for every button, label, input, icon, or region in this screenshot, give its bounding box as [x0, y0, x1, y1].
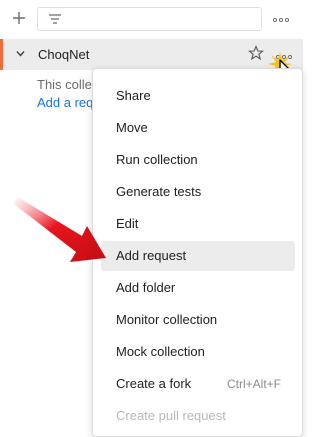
menu-item-label: Mock collection [116, 344, 205, 359]
menu-item-label: Run collection [116, 152, 198, 167]
chevron-down-icon[interactable] [15, 48, 26, 59]
menu-item-label: Monitor collection [116, 312, 218, 327]
shortcut-label: Ctrl+Alt+F [226, 377, 281, 391]
menu-item-label: Add folder [116, 280, 176, 295]
menu-item-label: Share [116, 88, 151, 103]
menu-item-label: Move [116, 120, 148, 135]
menu-item-label: Edit [116, 216, 139, 231]
menu-item-edit[interactable]: Edit [101, 209, 295, 239]
menu-item-label: Create a fork [116, 376, 192, 391]
add-request-link[interactable]: Add a requ [37, 95, 95, 110]
plus-icon [13, 12, 25, 24]
collection-name: ChoqNet [38, 47, 90, 62]
menu-item-add-request[interactable]: Add request [101, 241, 295, 271]
menu-item-label: Generate tests [116, 184, 202, 199]
menu-item-create-fork[interactable]: Create a fork Ctrl+Alt+F [101, 369, 295, 399]
menu-item-add-folder[interactable]: Add folder [101, 273, 295, 303]
menu-item-run-collection[interactable]: Run collection [101, 145, 295, 175]
menu-item-share[interactable]: Share [101, 81, 295, 111]
toolbar-more-button[interactable] [268, 9, 294, 27]
empty-collection-text: This colle [37, 77, 92, 92]
menu-item-create-pull-request: Create pull request [101, 401, 295, 431]
collection-row[interactable]: ChoqNet [0, 39, 303, 70]
annotation-arrow-icon [14, 196, 106, 262]
sidebar-toolbar [0, 0, 303, 38]
menu-item-move[interactable]: Move [101, 113, 295, 143]
filter-input[interactable] [37, 7, 262, 31]
star-icon[interactable] [248, 45, 264, 61]
menu-item-label: Add request [116, 248, 187, 263]
menu-item-monitor-collection[interactable]: Monitor collection [101, 305, 295, 335]
more-horizontal-icon [272, 17, 290, 23]
collection-context-menu: Share Move Run collection Generate tests… [92, 68, 303, 437]
menu-item-mock-collection[interactable]: Mock collection [101, 337, 295, 367]
new-button[interactable] [8, 7, 30, 29]
menu-item-label: Create pull request [116, 408, 226, 423]
filter-icon [49, 14, 61, 24]
menu-item-generate-tests[interactable]: Generate tests [101, 177, 295, 207]
